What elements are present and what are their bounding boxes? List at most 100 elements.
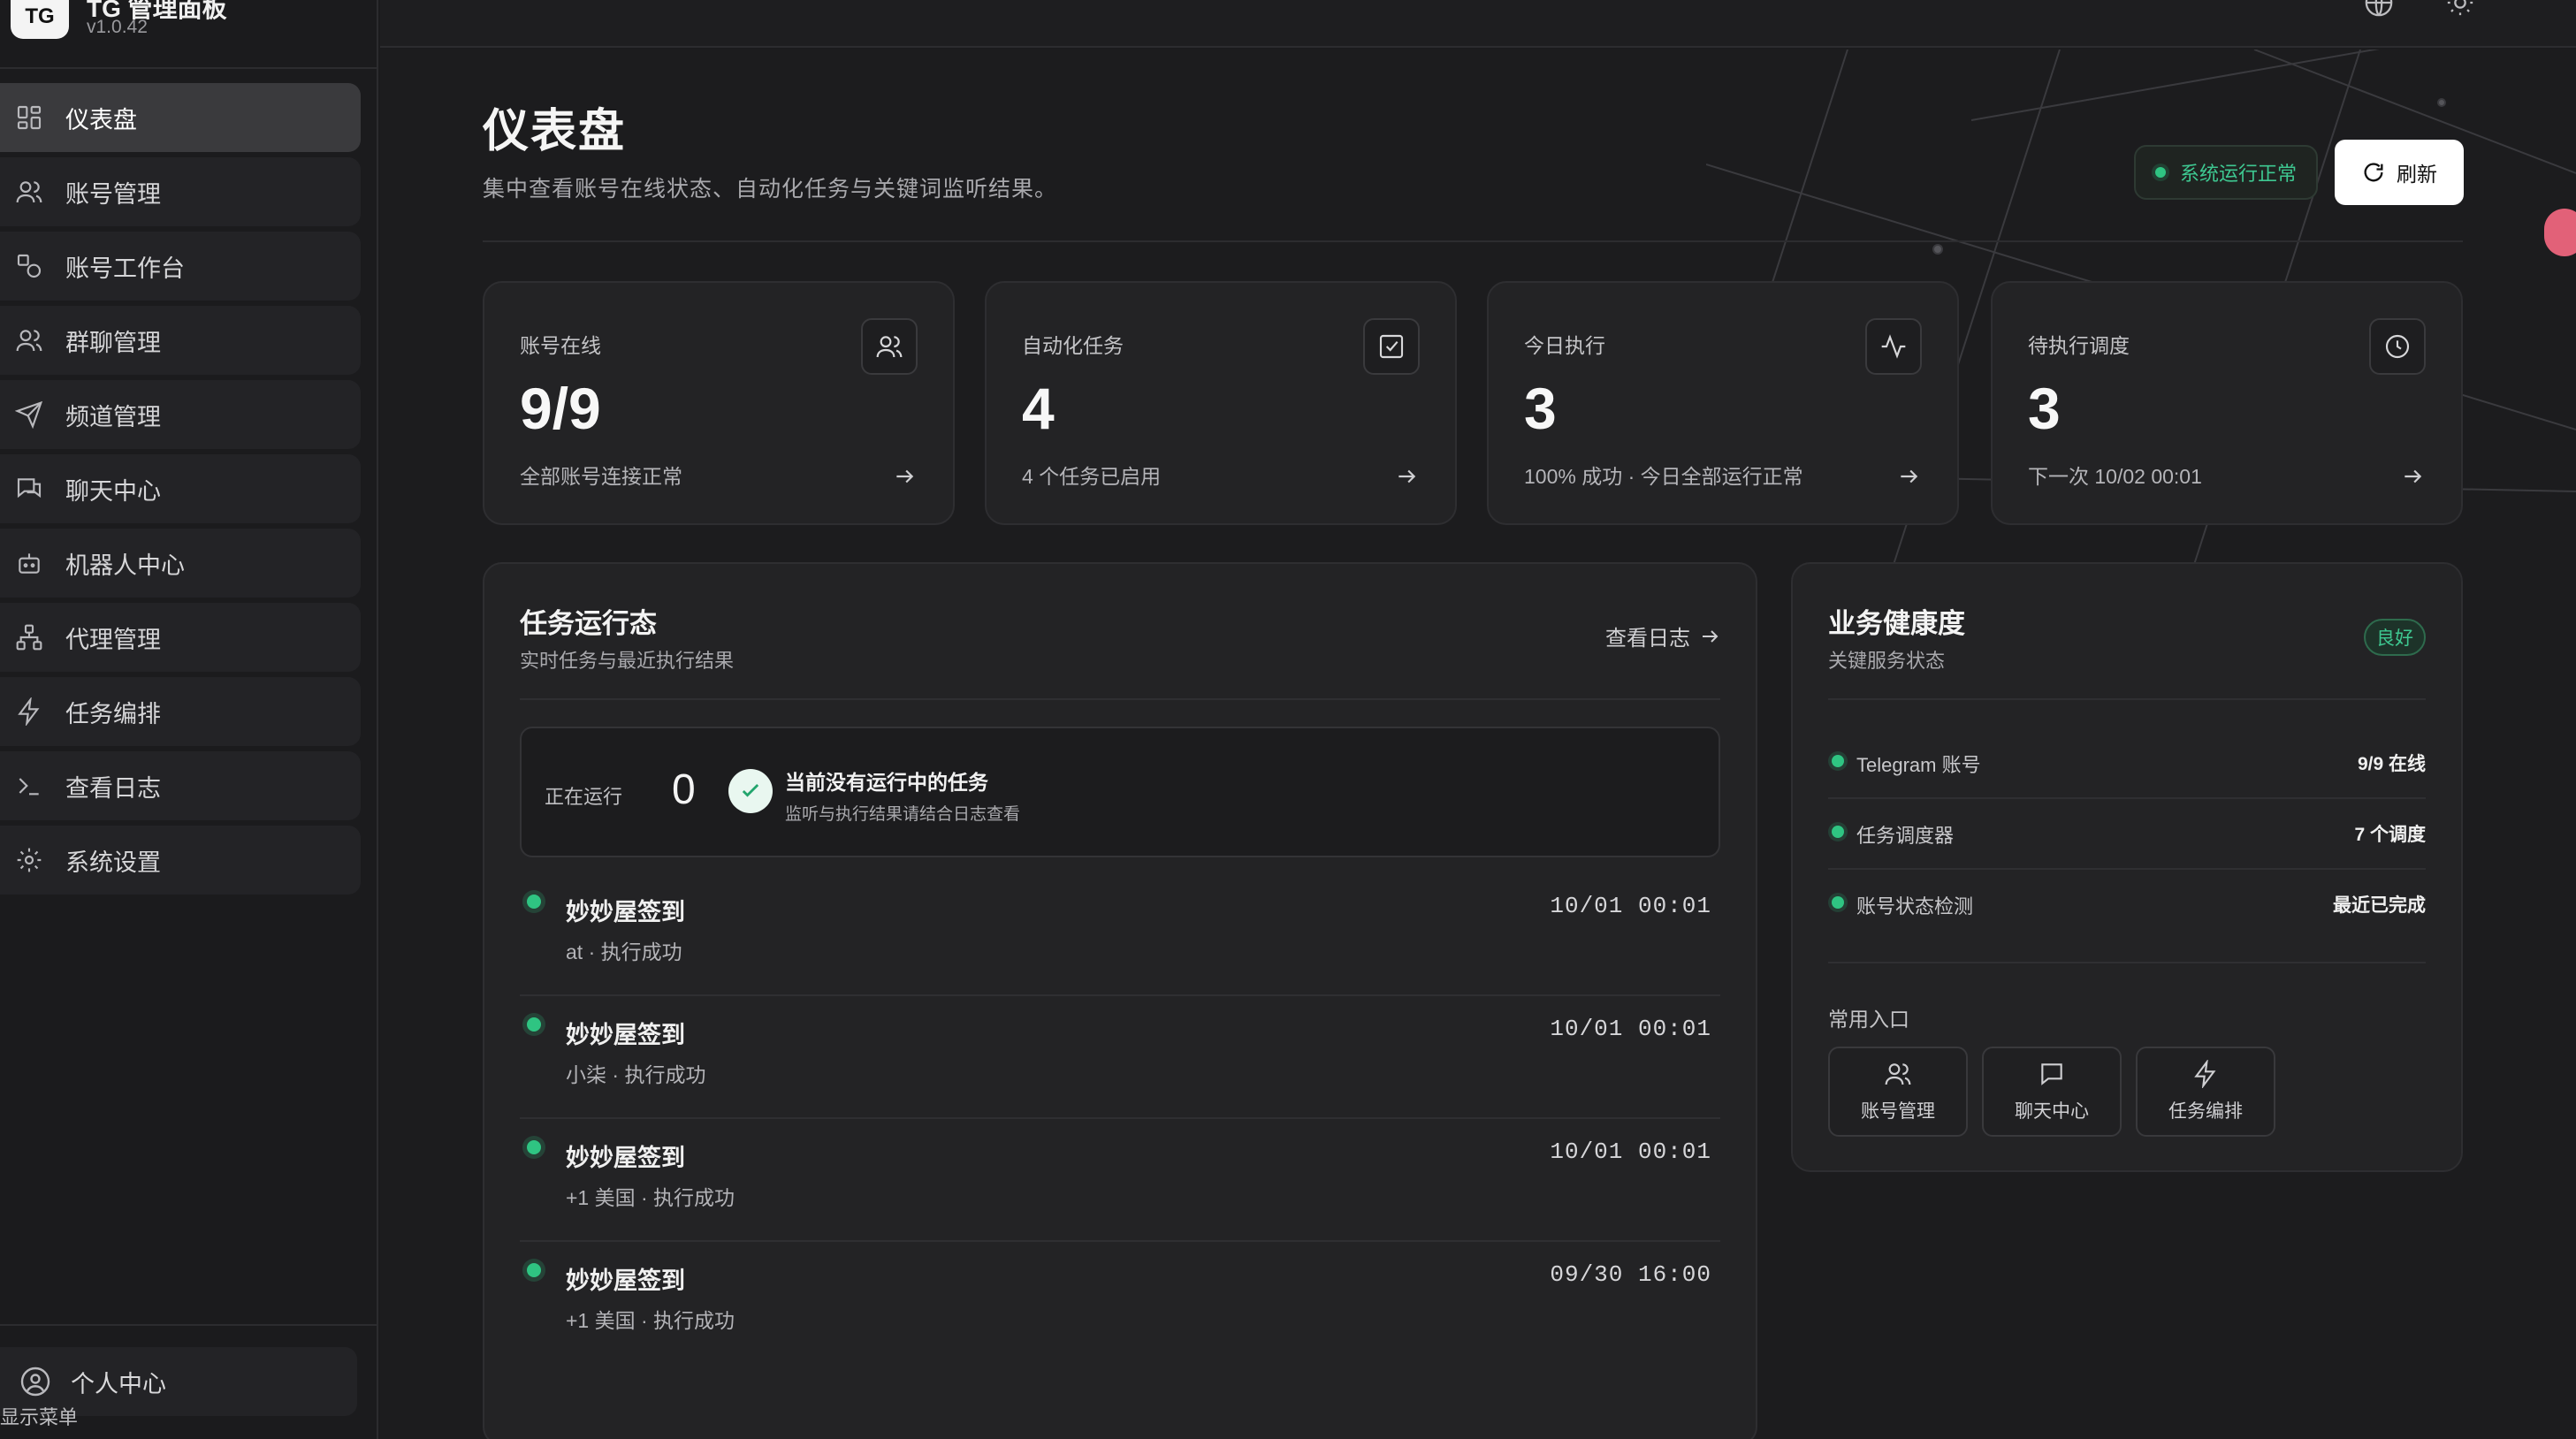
clock-icon: [2369, 318, 2426, 375]
app-version: v1.0.42: [87, 17, 148, 37]
sidebar-item-label: 聊天中心: [65, 477, 161, 505]
running-tasks-box: 正在运行 0 当前没有运行中的任务 监听与执行结果请结合日志查看: [520, 727, 1720, 857]
sidebar-item-channels[interactable]: 频道管理: [0, 380, 361, 449]
refresh-icon: [2364, 163, 2383, 182]
sidebar-item-label: 账号工作台: [65, 255, 185, 282]
status-dot: [2155, 167, 2166, 178]
task-meta: 小柒 · 执行成功: [566, 1063, 706, 1086]
quick-link-accounts[interactable]: 账号管理: [1828, 1047, 1968, 1137]
sidebar-item-accounts[interactable]: 账号管理: [0, 157, 361, 226]
arrow-right-icon[interactable]: [1395, 465, 1418, 492]
arrow-right-icon[interactable]: [893, 465, 916, 492]
sidebar-item-label: 查看日志: [65, 774, 161, 802]
task-meta: +1 美国 · 执行成功: [566, 1309, 735, 1332]
panel-subtitle: 实时任务与最近执行结果: [520, 650, 735, 672]
stat-card-accounts-online[interactable]: 账号在线 9/9 全部账号连接正常: [483, 281, 955, 525]
list-item[interactable]: 妙妙屋签到 +1 美国 · 执行成功 10/01 00:01: [520, 1119, 1720, 1242]
sidebar-item-label: 系统设置: [65, 849, 161, 876]
sidebar-nav: 仪表盘 账号管理 账号工作台 群聊管理 频道管理 聊天中心 机器人中心 代理管理…: [0, 83, 361, 900]
task-name: 妙妙屋签到: [566, 1022, 685, 1048]
sidebar-item-dashboard[interactable]: 仪表盘: [0, 83, 361, 152]
sidebar-item-groups[interactable]: 群聊管理: [0, 306, 361, 375]
status-dot: [1832, 896, 1844, 909]
brand: TG TG 管理面板 v1.0.42: [0, 0, 378, 69]
panel-title: 业务健康度: [1828, 608, 1965, 639]
refresh-label: 刷新: [2397, 163, 2437, 186]
stat-label: 自动化任务: [1022, 334, 1124, 357]
stat-card-today-runs[interactable]: 今日执行 3 100% 成功 · 今日全部运行正常: [1487, 281, 1959, 525]
arrow-right-icon[interactable]: [2401, 465, 2424, 492]
stat-description: 下一次 10/02 00:01: [2028, 465, 2202, 488]
stat-description: 4 个任务已启用: [1022, 465, 1162, 488]
sidebar-item-logs[interactable]: 查看日志: [0, 751, 361, 820]
main-content: 仪表盘 集中查看账号在线状态、自动化任务与关键词监听结果。 系统运行正常 刷新 …: [380, 49, 2576, 1439]
stat-card-automation-tasks[interactable]: 自动化任务 4 4 个任务已启用: [985, 281, 1457, 525]
sidebar: TG TG 管理面板 v1.0.42 仪表盘 账号管理 账号工作台 群聊管理 频…: [0, 0, 378, 1439]
sidebar-item-tasks[interactable]: 任务编排: [0, 677, 361, 746]
status-text: 系统运行正常: [2180, 163, 2298, 185]
user-circle-icon: [20, 1367, 50, 1397]
health-row-account-check: 账号状态检测 最近已完成: [1828, 870, 2426, 940]
task-list: 妙妙屋签到 at · 执行成功 10/01 00:01 妙妙屋签到 小柒 · 执…: [520, 873, 1720, 1365]
stat-card-pending-schedules[interactable]: 待执行调度 3 下一次 10/02 00:01: [1991, 281, 2463, 525]
stat-label: 账号在线: [520, 334, 601, 357]
system-status-badge: 系统运行正常: [2134, 145, 2319, 200]
health-row-telegram: Telegram 账号 9/9 在线: [1828, 728, 2426, 799]
page-title: 仪表盘: [483, 106, 627, 157]
task-time: 10/01 00:01: [1550, 1016, 1711, 1042]
task-name: 妙妙屋签到: [566, 1145, 685, 1171]
refresh-button[interactable]: 刷新: [2335, 140, 2464, 205]
lightning-icon: [2194, 1060, 2216, 1088]
health-name: 任务调度器: [1856, 825, 1955, 847]
sidebar-footer: 个人中心 显示菜单: [0, 1324, 378, 1439]
check-circle-icon: [728, 769, 773, 813]
sidebar-item-label: 任务编排: [65, 700, 161, 727]
stat-value: 9/9: [520, 376, 601, 441]
sidebar-item-proxy[interactable]: 代理管理: [0, 603, 361, 672]
view-log-link[interactable]: 查看日志: [1605, 621, 1720, 651]
list-item[interactable]: 妙妙屋签到 at · 执行成功 10/01 00:01: [520, 873, 1720, 996]
sidebar-item-workbench[interactable]: 账号工作台: [0, 232, 361, 301]
page-subtitle: 集中查看账号在线状态、自动化任务与关键词监听结果。: [483, 177, 1058, 202]
sidebar-item-label: 代理管理: [65, 626, 161, 653]
sidebar-item-label: 频道管理: [65, 403, 161, 430]
quick-link-tasks[interactable]: 任务编排: [2136, 1047, 2275, 1137]
sidebar-item-settings[interactable]: 系统设置: [0, 826, 361, 895]
panel-subtitle: 关键服务状态: [1828, 650, 1946, 672]
health-value: 7 个调度: [2354, 825, 2426, 845]
sidebar-item-chat[interactable]: 聊天中心: [0, 454, 361, 523]
quick-link-label: 账号管理: [1861, 1101, 1935, 1122]
globe-icon[interactable]: [2364, 0, 2396, 19]
users-icon: [1885, 1063, 1911, 1085]
list-item[interactable]: 妙妙屋签到 +1 美国 · 执行成功 09/30 16:00: [520, 1242, 1720, 1365]
sidebar-item-label: 仪表盘: [65, 106, 137, 133]
quick-links-title: 常用入口: [1828, 1008, 1909, 1031]
task-name: 妙妙屋签到: [566, 899, 685, 925]
task-name: 妙妙屋签到: [566, 1268, 685, 1294]
sidebar-item-label: 群聊管理: [65, 329, 161, 356]
floating-edge-badge[interactable]: [2544, 209, 2576, 256]
list-item[interactable]: 妙妙屋签到 小柒 · 执行成功 10/01 00:01: [520, 996, 1720, 1119]
sun-icon[interactable]: [2445, 0, 2477, 19]
arrow-right-icon[interactable]: [1897, 465, 1920, 492]
chat-icon: [2041, 1063, 2062, 1085]
sidebar-item-label: 账号管理: [65, 180, 161, 208]
health-value: 最近已完成: [2333, 895, 2426, 916]
stat-description: 全部账号连接正常: [520, 465, 682, 488]
task-meta: at · 执行成功: [566, 940, 682, 963]
stat-description: 100% 成功 · 今日全部运行正常: [1524, 465, 1803, 488]
panel-title: 任务运行态: [520, 608, 657, 639]
stat-label: 今日执行: [1524, 334, 1605, 357]
stat-value: 4: [1022, 376, 1055, 441]
lightning-icon: [14, 697, 44, 727]
task-time: 10/01 00:01: [1550, 1138, 1711, 1165]
view-log-label: 查看日志: [1605, 627, 1690, 651]
sidebar-item-bots[interactable]: 机器人中心: [0, 529, 361, 598]
task-time: 09/30 16:00: [1550, 1261, 1711, 1288]
stat-value: 3: [2028, 376, 2061, 441]
quick-link-chat[interactable]: 聊天中心: [1982, 1047, 2122, 1137]
task-status-panel: 任务运行态 实时任务与最近执行结果 查看日志 正在运行 0 当前没有运行中的任务…: [483, 562, 1757, 1439]
show-menu-link[interactable]: 显示菜单: [0, 1402, 78, 1430]
panel-divider: [1828, 962, 2426, 963]
status-dot: [1832, 826, 1844, 838]
